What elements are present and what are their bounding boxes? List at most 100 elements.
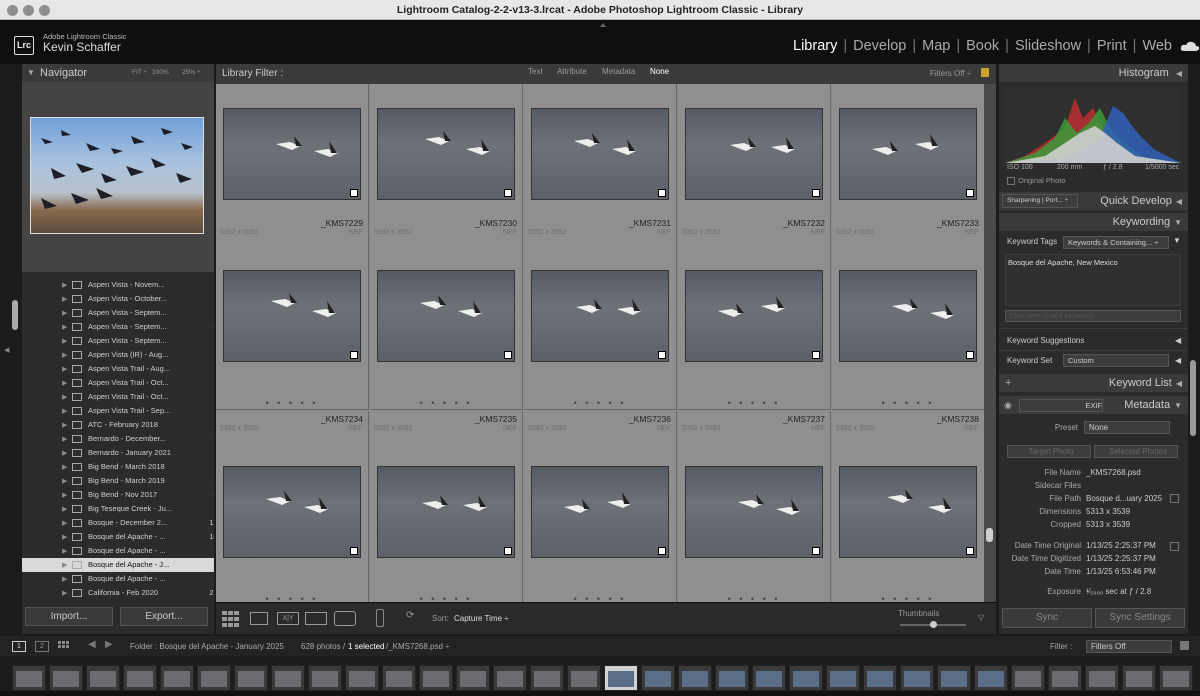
photo-thumbnail[interactable] — [223, 270, 361, 362]
folder-row[interactable]: ▶ Bosque del Apache - ... 429 — [22, 572, 214, 586]
filmstrip-thumbnail[interactable] — [197, 665, 231, 691]
photo-thumbnail[interactable] — [531, 108, 669, 200]
back-arrow-icon[interactable]: ◀ — [88, 639, 96, 650]
filmstrip-thumbnail[interactable] — [530, 665, 564, 691]
sync-settings-button[interactable]: Sync Settings — [1095, 608, 1185, 628]
expand-triangle-icon[interactable]: ▶ — [62, 561, 67, 569]
filmstrip-thumbnail[interactable] — [715, 665, 749, 691]
filmstrip-thumbnail[interactable] — [160, 665, 194, 691]
filmstrip-thumbnail[interactable] — [419, 665, 453, 691]
metadata-value[interactable]: 5313 x 3539 — [1086, 520, 1130, 529]
keywords-textarea[interactable]: Bosque del Apache, New Mexico — [1005, 254, 1181, 306]
rating-dots[interactable]: • • • • • — [370, 398, 522, 408]
forward-arrow-icon[interactable]: ▶ — [105, 639, 113, 650]
filmstrip-thumbnail[interactable] — [345, 665, 379, 691]
filmstrip-thumbnail[interactable] — [49, 665, 83, 691]
filmstrip-thumbnail[interactable] — [641, 665, 675, 691]
zoom-fit[interactable]: FIT ÷ — [132, 64, 147, 82]
compare-view-icon[interactable]: X|Y — [277, 612, 299, 625]
filmstrip-thumbnail[interactable] — [678, 665, 712, 691]
rating-dots[interactable]: • • • • • — [370, 594, 522, 602]
metadata-header[interactable]: ◉ EXIF Metadata ▼ — [999, 396, 1188, 414]
filmstrip-thumbnail[interactable] — [123, 665, 157, 691]
filmstrip-thumbnail[interactable] — [234, 665, 268, 691]
filter-tab-metadata[interactable]: Metadata — [602, 67, 635, 76]
rating-dots[interactable]: • • • • • — [832, 594, 984, 602]
folder-row[interactable]: ▶ Aspen Vista Trail - Oct... 509 — [22, 376, 214, 390]
filmstrip-thumbnail[interactable] — [1159, 665, 1193, 691]
expand-triangle-icon[interactable]: ▶ — [62, 491, 67, 499]
zoom-25[interactable]: 25% ÷ — [182, 64, 200, 82]
add-keyword-icon[interactable]: + — [1005, 374, 1011, 392]
grid-view-icon[interactable] — [58, 641, 69, 651]
filmstrip-thumbnail[interactable] — [1122, 665, 1156, 691]
metadata-value[interactable]: Bosque d...uary 2025 — [1086, 494, 1162, 503]
filmstrip-thumbnail[interactable] — [752, 665, 786, 691]
rating-dots[interactable]: • • • • • — [832, 398, 984, 408]
photo-thumbnail[interactable] — [377, 270, 515, 362]
photo-thumbnail[interactable] — [223, 466, 361, 558]
collapse-left-panel-icon[interactable]: ◀ — [4, 346, 9, 354]
filmstrip-thumbnail[interactable] — [900, 665, 934, 691]
date-edit-icon[interactable] — [1170, 542, 1179, 551]
folder-row[interactable]: ▶Aspen Vista Trail - Sep...110 — [22, 404, 214, 418]
expand-triangle-icon[interactable]: ▶ — [62, 281, 67, 289]
folder-row[interactable]: ▶ Big Bend - March 2018 564 — [22, 460, 214, 474]
photo-thumbnail[interactable] — [531, 270, 669, 362]
eye-icon[interactable]: ◉ — [1004, 396, 1012, 414]
metadata-value[interactable]: 1/13/25 2:25:37 PM — [1086, 541, 1156, 550]
module-develop[interactable]: Develop — [853, 38, 906, 54]
folder-row[interactable]: ▶ Aspen Vista Trail - Aug... 122 — [22, 362, 214, 376]
left-scrollbar[interactable] — [12, 300, 18, 330]
filmstrip-scrollbar[interactable] — [0, 691, 1200, 696]
grid-cell[interactable]: _KMS7230 5392 x 3592 NEF • • • • • — [370, 215, 523, 410]
collapse-top-panel-icon[interactable] — [600, 23, 606, 27]
grid-cell[interactable]: _KMS7237 5392 x 3592 NEF • • • • • — [678, 411, 831, 602]
folder-row[interactable]: ▶ Bosque - December 2... 1240 — [22, 516, 214, 530]
folder-row[interactable]: ▶Aspen Vista - Septem...45 — [22, 306, 214, 320]
photo-thumbnail[interactable] — [531, 466, 669, 558]
file-path-arrow-icon[interactable] — [1170, 494, 1179, 503]
expand-triangle-icon[interactable]: ▶ — [62, 337, 67, 345]
photo-thumbnail[interactable] — [685, 270, 823, 362]
rating-dots[interactable]: • • • • • — [216, 594, 368, 602]
expand-triangle-icon[interactable]: ▶ — [62, 477, 67, 485]
zoom-100[interactable]: 100% — [152, 64, 169, 82]
toolbar-menu-icon[interactable]: ▽ — [978, 613, 984, 622]
folder-row[interactable]: ▶ Aspen Vista - Septem... 413 — [22, 320, 214, 334]
grid-cell[interactable]: _KMS7236 5392 x 3592 NEF • • • • • — [524, 411, 677, 602]
grid-cell[interactable]: _KMS7234 5392 x 3592 NEF • • • • • — [216, 411, 369, 602]
loupe-view-icon[interactable] — [250, 612, 268, 625]
grid-cell[interactable]: _KMS7238 5392 x 3592 NEF • • • • • — [832, 411, 984, 602]
metadata-value[interactable]: ¹⁄₅₀₀₀ sec at ƒ / 2.8 — [1086, 587, 1151, 596]
filmstrip-thumbnail[interactable] — [567, 665, 601, 691]
filter-lock-icon[interactable] — [1180, 641, 1189, 650]
grid-cell[interactable]: _KMS7231 5392 x 3592 NEF • • • • • — [524, 215, 677, 410]
folder-row[interactable]: ▶Aspen Vista (IR) - Aug...82 — [22, 348, 214, 362]
expand-triangle-icon[interactable]: ▶ — [62, 519, 67, 527]
folder-row[interactable]: ▶Big Teseque Creek - Ju...68 — [22, 502, 214, 516]
spray-can-icon[interactable] — [376, 609, 384, 627]
module-map[interactable]: Map — [922, 38, 950, 54]
photo-thumbnail[interactable] — [377, 108, 515, 200]
filmstrip-thumbnail[interactable] — [493, 665, 527, 691]
module-library[interactable]: Library — [793, 38, 837, 54]
folder-row[interactable]: ▶ California - Feb 2020 2168 — [22, 586, 214, 600]
expand-triangle-icon[interactable]: ▶ — [62, 421, 67, 429]
lock-icon[interactable] — [981, 68, 989, 77]
metadata-value[interactable]: 1/13/25 2:25:37 PM — [1086, 554, 1156, 563]
grid-cell[interactable]: _KMS7229 5392 x 3592 NEF • • • • • — [216, 215, 369, 410]
thumbnail-size-slider[interactable] — [900, 621, 966, 628]
grid-view-icon[interactable] — [222, 611, 244, 627]
folder-row[interactable]: ▶Aspen Vista - Septem...115 — [22, 334, 214, 348]
filmstrip-thumbnail[interactable] — [604, 665, 638, 691]
thumbnail-slider-knob[interactable] — [930, 621, 937, 628]
grid-scrollbar-track[interactable] — [984, 84, 996, 602]
module-book[interactable]: Book — [966, 38, 999, 54]
filmstrip-thumbnail[interactable] — [789, 665, 823, 691]
expand-triangle-icon[interactable]: ▶ — [62, 365, 67, 373]
keyword-tags-toggle-icon[interactable]: ▼ — [1173, 236, 1181, 245]
expand-triangle-icon[interactable]: ▶ — [62, 323, 67, 331]
secondary-window-button[interactable]: 2 — [35, 641, 49, 652]
expand-triangle-icon[interactable]: ▶ — [62, 589, 67, 597]
